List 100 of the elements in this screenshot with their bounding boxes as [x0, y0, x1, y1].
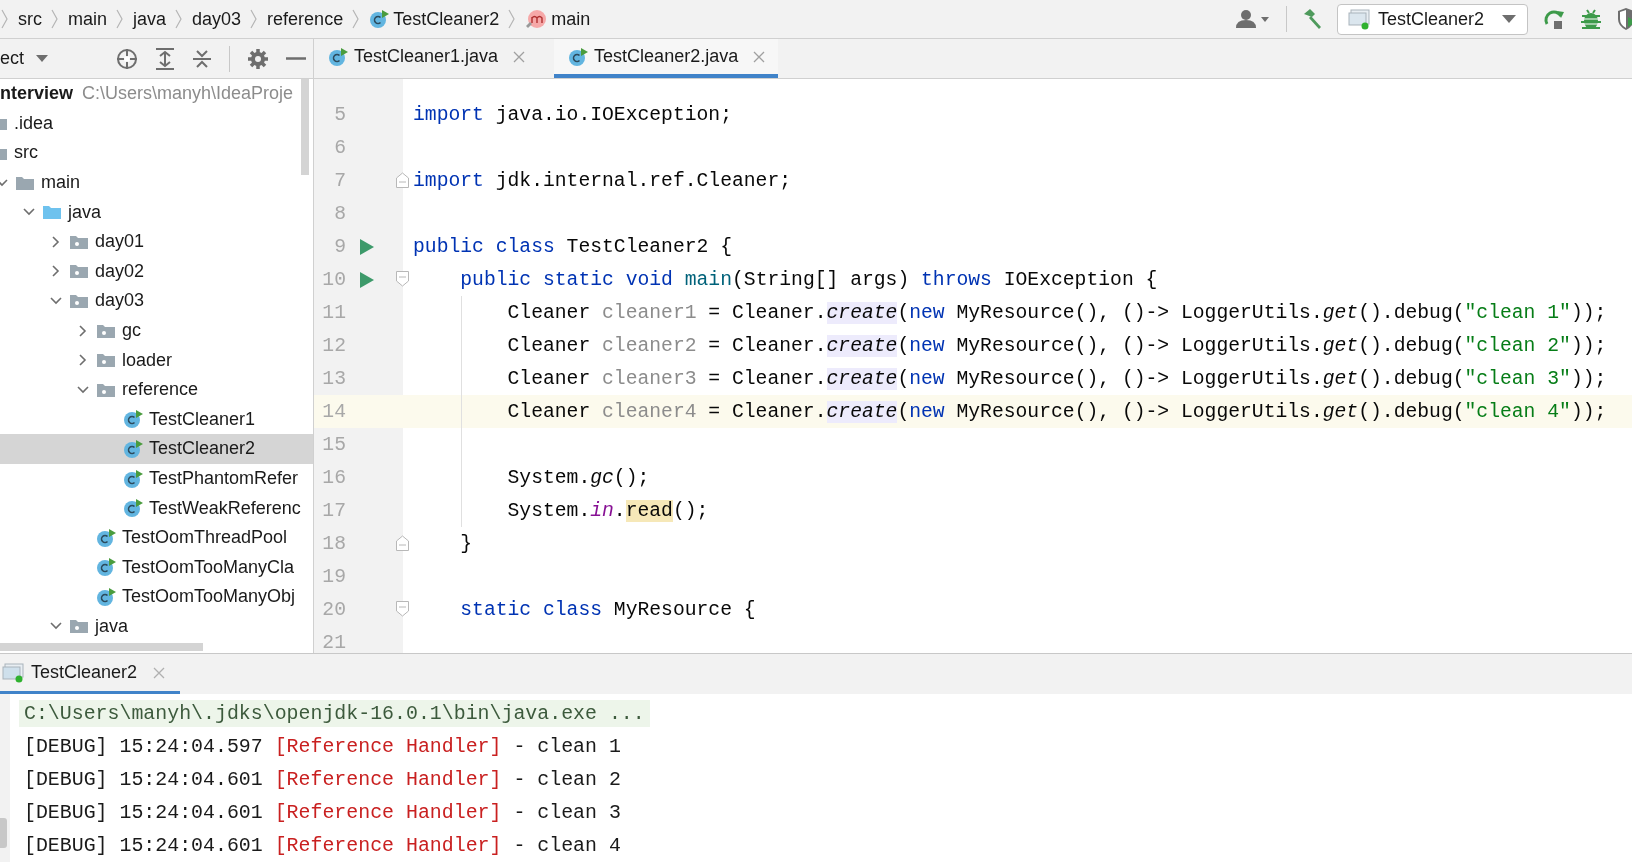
chevron-icon [116, 8, 124, 30]
class-icon [123, 498, 143, 519]
breadcrumb[interactable]: java [133, 8, 167, 30]
collapse-all-icon [192, 47, 212, 70]
code-line: Cleaner cleaner2 = Cleaner.create(new MyResource(), ()-> LoggerUtils.get().debug("clean 2")); [507, 334, 1607, 357]
tree-item[interactable]: src [0, 138, 313, 168]
tree-item[interactable]: day02 [0, 256, 313, 287]
method-icon [525, 9, 548, 29]
rerun-icon [1542, 7, 1566, 31]
caret-icon [34, 53, 50, 64]
class-icon [369, 9, 390, 29]
close-icon [512, 49, 527, 64]
scrollbar[interactable] [0, 643, 203, 651]
shield-icon [1616, 7, 1632, 31]
line-number: 12 [321, 334, 346, 357]
chevron-icon [352, 8, 361, 30]
line-number: 8 [333, 202, 346, 225]
class-icon [123, 438, 143, 459]
package-icon [69, 617, 89, 636]
editor-tab[interactable]: TestCleaner2.java [554, 39, 779, 78]
view-selector[interactable]: ect [0, 43, 54, 74]
tree-item[interactable]: TestCleaner2 [0, 434, 313, 464]
tree-item[interactable]: loader [0, 345, 313, 375]
tree-item[interactable]: nterview C:\Users\manyh\IdeaProje [0, 79, 313, 109]
settings-icon [247, 47, 269, 70]
tree-item[interactable]: TestOomTooManyCla [0, 552, 313, 583]
code-line: } [460, 532, 473, 555]
tree-item[interactable]: TestOomThreadPool [0, 522, 313, 553]
chevron-icon [508, 8, 517, 30]
code-line: public class TestCleaner2 { [413, 235, 732, 258]
code-line: import java.io.IOException; [413, 103, 732, 126]
project-path: C:\Users\manyh\IdeaProje [82, 83, 294, 105]
package-icon [96, 351, 116, 370]
tree-item[interactable]: TestCleaner1 [0, 404, 313, 435]
line-number: 13 [321, 367, 346, 390]
tree-item[interactable]: TestWeakReferenc [0, 493, 313, 523]
chevron-icon [250, 8, 259, 30]
line-number: 21 [321, 631, 346, 653]
code-line: Cleaner cleaner1 = Cleaner.create(new MyResource(), ()-> LoggerUtils.get().debug("clean 1")); [507, 301, 1607, 324]
code-line: Cleaner cleaner4 = Cleaner.create(new MyResource(), ()-> LoggerUtils.get().debug("clean 4")); [507, 400, 1607, 423]
editor-tab[interactable]: TestCleaner1.java [314, 39, 539, 78]
line-number: 19 [321, 565, 346, 588]
tree-item[interactable]: day03 [0, 286, 313, 316]
breadcrumb[interactable]: main [68, 8, 107, 30]
crosshair-icon [116, 47, 138, 70]
breadcrumb[interactable]: day03 [192, 8, 242, 30]
class-icon [568, 46, 589, 67]
breadcrumb[interactable]: main [525, 8, 591, 30]
close-icon [752, 49, 767, 64]
window-icon [1348, 8, 1372, 30]
tree-item[interactable]: .idea [0, 108, 313, 139]
chevron-icon [175, 8, 184, 30]
line-number: 20 [321, 598, 346, 621]
expand-all-icon [155, 47, 175, 70]
console-tab[interactable]: TestCleaner2 [0, 654, 180, 694]
line-number: 7 [333, 169, 346, 192]
line-number: 9 [333, 235, 346, 258]
bug-icon [1580, 7, 1602, 31]
breadcrumb[interactable]: TestCleaner2 [369, 8, 500, 30]
log-line: [DEBUG] 15:24:04.597 [Reference Handler] - clean 1 [24, 735, 621, 758]
class-icon [328, 46, 348, 67]
minimize-icon [286, 57, 306, 60]
tree-item[interactable]: main [0, 167, 313, 198]
line-number: 6 [333, 136, 346, 159]
code-line: System.in.read(); [507, 499, 709, 522]
chevron-icon [1, 8, 9, 30]
line-number: 10 [321, 268, 346, 291]
line-number: 18 [321, 532, 346, 555]
breadcrumb[interactable]: reference [267, 8, 344, 30]
line-number: 17 [321, 499, 346, 522]
code-line: import jdk.internal.ref.Cleaner; [413, 169, 792, 192]
run-configuration-dropdown[interactable]: TestCleaner2 [1337, 3, 1528, 35]
code-line: System.gc(); [507, 466, 650, 489]
class-icon [96, 557, 116, 578]
close-icon [152, 665, 167, 680]
caret-icon [1501, 14, 1517, 24]
tree-item[interactable]: java [0, 611, 313, 642]
line-number: 15 [321, 433, 346, 456]
chevron-icon [51, 8, 59, 30]
breadcrumb[interactable]: src [18, 8, 42, 30]
log-line: [DEBUG] 15:24:04.601 [Reference Handler] - clean 2 [24, 768, 621, 791]
scrollbar[interactable] [301, 79, 309, 175]
class-icon [96, 527, 116, 548]
tree-item[interactable]: java [0, 197, 313, 227]
line-number: 14 [321, 400, 346, 423]
tree-item[interactable]: reference [0, 374, 313, 405]
code-line: public static void main(String[] args) throws IOException { [460, 268, 1158, 291]
code-line: Cleaner cleaner3 = Cleaner.create(new MyResource(), ()-> LoggerUtils.get().debug("clean 3")); [507, 367, 1607, 390]
line-number: 5 [333, 103, 346, 126]
tree-item[interactable]: gc [0, 315, 313, 346]
package-icon [69, 262, 89, 281]
code-line: static class MyResource { [460, 598, 756, 621]
line-number: 16 [321, 466, 346, 489]
class-icon [123, 409, 143, 430]
class-icon [96, 586, 116, 607]
tree-item[interactable]: TestOomTooManyObj [0, 582, 313, 612]
tree-item[interactable]: TestPhantomRefer [0, 463, 313, 494]
scrollbar[interactable] [0, 818, 7, 848]
class-icon [123, 468, 143, 489]
tree-item[interactable]: day01 [0, 226, 313, 257]
